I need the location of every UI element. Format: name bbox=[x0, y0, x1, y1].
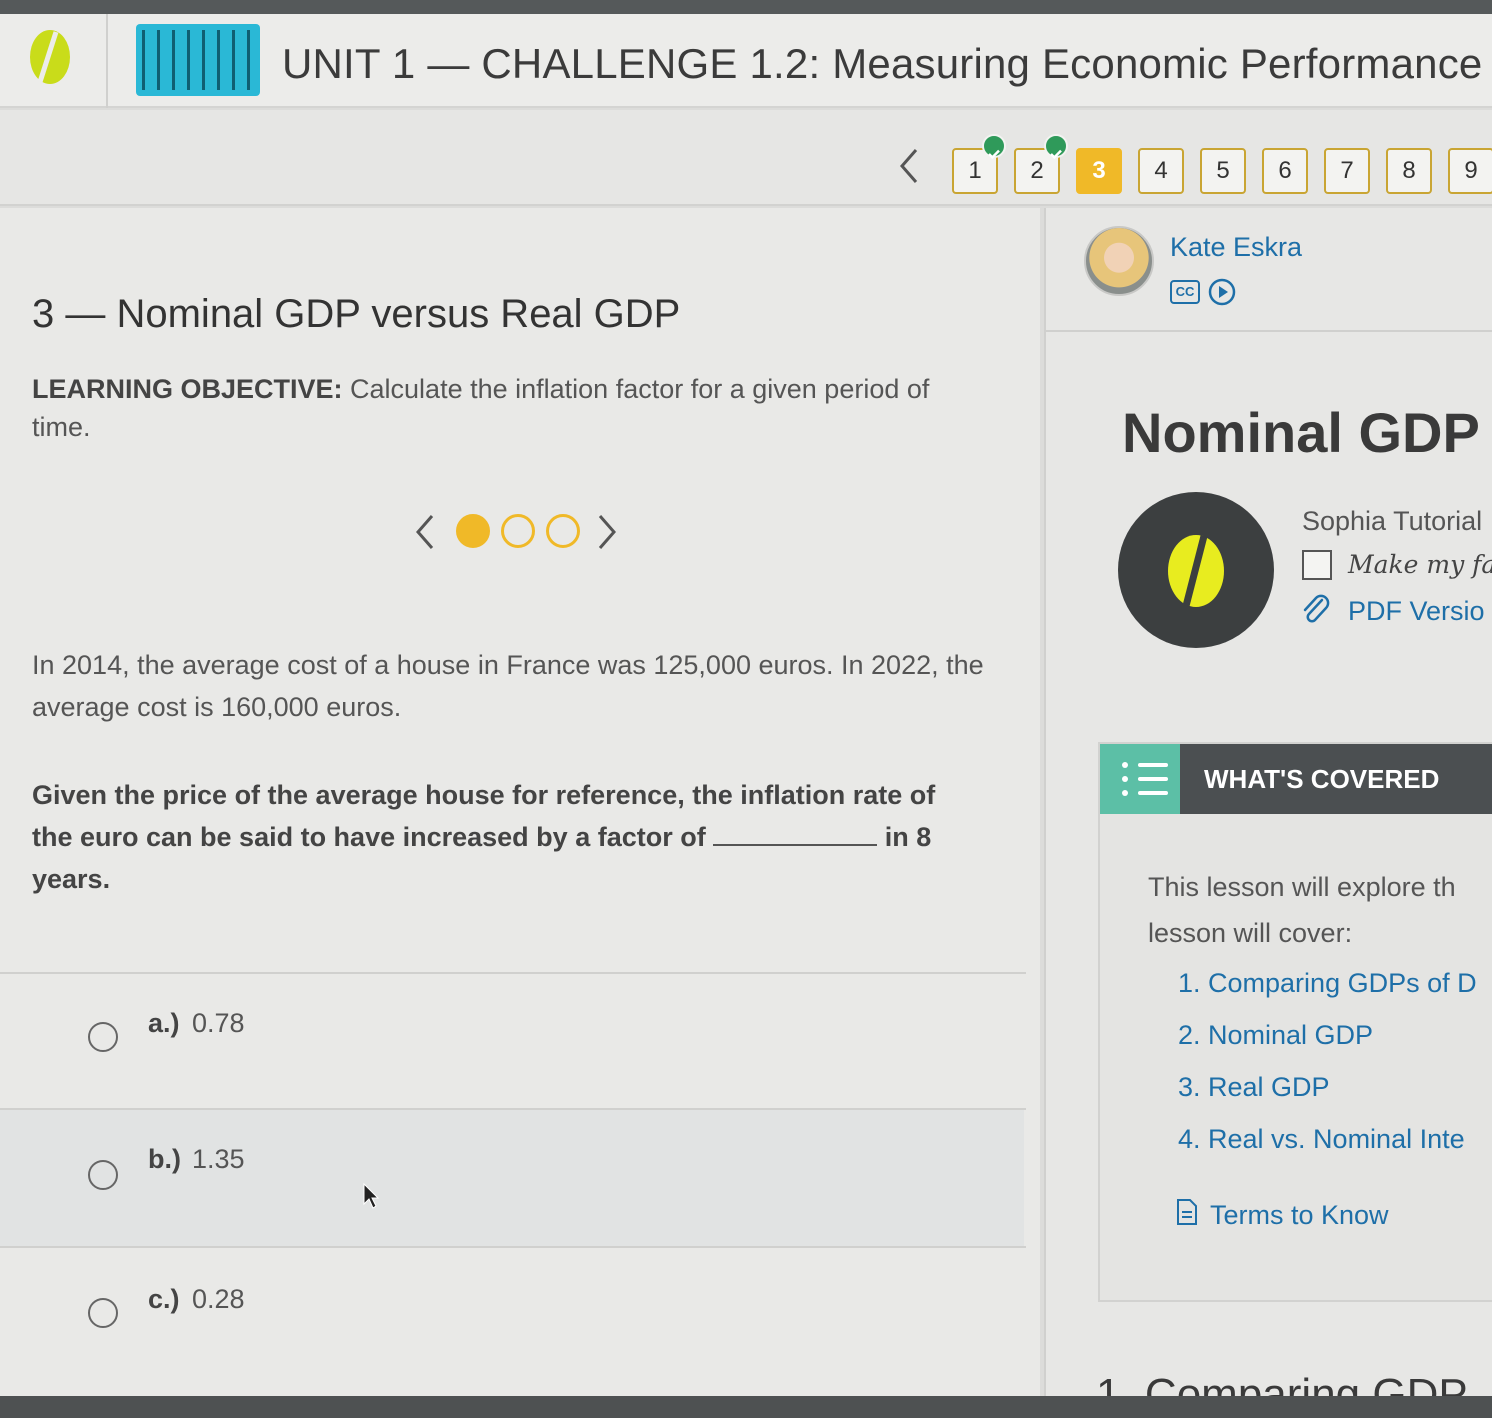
header-divider bbox=[106, 14, 108, 108]
closed-caption-icon[interactable]: CC bbox=[1170, 280, 1200, 304]
instructor-info: Kate Eskra CC bbox=[1046, 208, 1492, 332]
question-nav-item-8[interactable]: 8 bbox=[1386, 148, 1432, 194]
carousel-dot-1[interactable] bbox=[456, 514, 490, 548]
whats-covered-box: WHAT'S COVERED This lesson will explore … bbox=[1098, 742, 1492, 1302]
question-nav-item-6[interactable]: 6 bbox=[1262, 148, 1308, 194]
learning-objective: LEARNING OBJECTIVE: Calculate the inflat… bbox=[32, 370, 992, 446]
question-nav-item-7[interactable]: 7 bbox=[1324, 148, 1370, 194]
question-nav-item-4[interactable]: 4 bbox=[1138, 148, 1184, 194]
question-nav: 123456789 bbox=[0, 110, 1492, 206]
answer-letter: b.) bbox=[148, 1144, 181, 1174]
header-bar: UNIT 1 — CHALLENGE 1.2: Measuring Econom… bbox=[0, 0, 1492, 108]
answer-letter: c.) bbox=[148, 1284, 180, 1314]
whats-covered-title: WHAT'S COVERED bbox=[1204, 764, 1440, 794]
whats-covered-header: WHAT'S COVERED bbox=[1100, 744, 1492, 814]
sophia-logo-icon[interactable] bbox=[26, 28, 74, 86]
chevron-left-icon[interactable] bbox=[894, 144, 924, 188]
intro-line: This lesson will explore th bbox=[1148, 872, 1456, 902]
answer-blank bbox=[713, 816, 878, 846]
topic-link-1[interactable]: 1. Comparing GDPs of D bbox=[1178, 968, 1477, 1020]
answer-option-c[interactable]: c.) 0.28 bbox=[0, 1248, 1024, 1382]
favorite-label[interactable]: Make my favo bbox=[1348, 550, 1492, 579]
favorite-checkbox[interactable] bbox=[1302, 550, 1332, 580]
terms-to-know-link[interactable]: Terms to Know bbox=[1210, 1200, 1389, 1231]
answer-option-a[interactable]: a.) 0.78 bbox=[0, 974, 1024, 1108]
question-nav-item-1[interactable]: 1 bbox=[952, 134, 1006, 194]
lesson-title: Nominal GDP bbox=[1122, 401, 1480, 464]
play-video-icon[interactable] bbox=[1208, 278, 1236, 306]
list-icon bbox=[1100, 744, 1180, 814]
document-icon bbox=[1177, 1199, 1197, 1225]
browser-strip bbox=[0, 0, 1492, 14]
question-nav-item-9[interactable]: 9 bbox=[1448, 148, 1492, 194]
topic-link-2[interactable]: 2. Nominal GDP bbox=[1178, 1020, 1477, 1072]
intro-line: lesson will cover: bbox=[1148, 918, 1353, 948]
instructor-name[interactable]: Kate Eskra bbox=[1170, 232, 1302, 263]
radio-c[interactable] bbox=[88, 1298, 118, 1328]
question-nav-item-5[interactable]: 5 bbox=[1200, 148, 1246, 194]
unit-title: UNIT 1 — CHALLENGE 1.2: Measuring Econom… bbox=[282, 40, 1492, 87]
question-scenario: In 2014, the average cost of a house in … bbox=[32, 650, 984, 722]
carousel-dot-2[interactable] bbox=[501, 514, 535, 548]
answer-value: 0.78 bbox=[192, 1008, 245, 1038]
sophia-logo-icon bbox=[1168, 535, 1224, 607]
question-prompt: Given the price of the average house for… bbox=[32, 774, 972, 900]
objective-label: LEARNING OBJECTIVE: bbox=[32, 374, 343, 404]
carousel-controls bbox=[412, 506, 622, 554]
unit-thumbnail-image bbox=[136, 24, 260, 96]
bottom-bezel bbox=[0, 1396, 1492, 1418]
radio-a[interactable] bbox=[88, 1022, 118, 1052]
topic-link-3[interactable]: 3. Real GDP bbox=[1178, 1072, 1477, 1124]
carousel-dot-3[interactable] bbox=[546, 514, 580, 548]
answer-value: 0.28 bbox=[192, 1284, 245, 1314]
carousel-prev-icon[interactable] bbox=[412, 512, 438, 552]
tutorial-label: Sophia Tutorial bbox=[1302, 506, 1483, 536]
radio-b[interactable] bbox=[88, 1160, 118, 1190]
mouse-pointer-icon bbox=[363, 1182, 380, 1209]
question-nav-item-2[interactable]: 2 bbox=[1014, 134, 1068, 194]
answer-value: 1.35 bbox=[192, 1144, 245, 1174]
checkmark-icon bbox=[1044, 134, 1068, 160]
question-heading: 3 — Nominal GDP versus Real GDP bbox=[32, 292, 681, 336]
question-nav-item-3[interactable]: 3 bbox=[1076, 148, 1122, 194]
paperclip-icon bbox=[1303, 594, 1330, 623]
question-panel: 3 — Nominal GDP versus Real GDP LEARNING… bbox=[0, 208, 1040, 1418]
topic-link-4[interactable]: 4. Real vs. Nominal Inte bbox=[1178, 1124, 1477, 1176]
tutorial-sidebar: Kate Eskra CC Nominal GDP Sophia Tutoria… bbox=[1044, 208, 1492, 1418]
checkmark-icon bbox=[982, 134, 1006, 160]
answer-letter: a.) bbox=[148, 1008, 180, 1038]
answer-option-b[interactable]: b.) 1.35 bbox=[0, 1110, 1024, 1246]
covered-topic-list: 1. Comparing GDPs of D 2. Nominal GDP 3.… bbox=[1178, 968, 1477, 1176]
carousel-next-icon[interactable] bbox=[594, 512, 620, 552]
instructor-avatar bbox=[1084, 226, 1154, 296]
pdf-version-link[interactable]: PDF Versio bbox=[1348, 596, 1485, 627]
tutorial-logo bbox=[1118, 492, 1274, 648]
whats-covered-intro: This lesson will explore th lesson will … bbox=[1148, 864, 1492, 956]
